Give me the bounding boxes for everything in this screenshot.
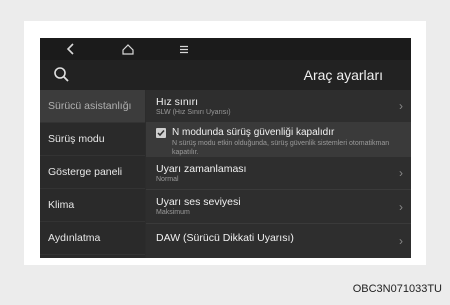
settings-list: Hız sınırı SLW (Hız Sınırı Uyarısı) › N … — [146, 90, 411, 258]
setting-label: Hız sınırı — [156, 96, 199, 108]
setting-value: Normal — [156, 176, 179, 183]
home-icon[interactable] — [117, 38, 139, 60]
search-icon[interactable] — [52, 65, 72, 85]
setting-warning-timing[interactable]: Uyarı zamanlaması Normal › — [146, 157, 411, 190]
chevron-right-icon: › — [399, 166, 403, 180]
image-frame: Araç ayarları Sürücü asistanlığı Sürüş m… — [24, 21, 426, 265]
header-bar: Araç ayarları — [40, 60, 411, 90]
figure-code: OBC3N071033TU — [352, 283, 442, 295]
setting-label: Uyarı zamanlaması — [156, 163, 247, 175]
setting-label: Uyarı ses seviyesi — [156, 196, 241, 208]
infotainment-screen: Araç ayarları Sürücü asistanlığı Sürüş m… — [40, 38, 411, 258]
sidebar: Sürücü asistanlığı Sürüş modu Gösterge p… — [40, 90, 145, 258]
setting-sublabel: SLW (Hız Sınırı Uyarısı) — [156, 109, 231, 116]
setting-label: DAW (Sürücü Dikkati Uyarısı) — [156, 232, 294, 244]
sidebar-item-cluster[interactable]: Gösterge paneli — [40, 156, 145, 189]
setting-n-mode-safety[interactable]: N modunda sürüş güvenliği kapalıdır N sü… — [146, 123, 411, 157]
sidebar-item-climate[interactable]: Klima — [40, 189, 145, 222]
chevron-right-icon: › — [399, 199, 403, 214]
setting-label: N modunda sürüş güvenliği kapalıdır — [172, 127, 335, 138]
setting-daw[interactable]: DAW (Sürücü Dikkati Uyarısı) › — [146, 224, 411, 258]
top-bar — [40, 38, 411, 60]
chevron-right-icon: › — [399, 234, 403, 248]
sidebar-item-lighting[interactable]: Aydınlatma — [40, 222, 145, 255]
chevron-right-icon: › — [399, 99, 403, 113]
setting-warning-volume[interactable]: Uyarı ses seviyesi Maksimum › — [146, 190, 411, 224]
page-title: Araç ayarları — [303, 67, 383, 83]
setting-description: N sürüş modu etkin olduğunda, sürüş güve… — [172, 140, 390, 156]
menu-icon[interactable] — [173, 38, 195, 60]
sidebar-item-drive-mode[interactable]: Sürüş modu — [40, 123, 145, 156]
chevron-left-icon[interactable] — [60, 38, 82, 60]
sidebar-item-driver-assistance[interactable]: Sürücü asistanlığı — [40, 90, 145, 123]
checkbox[interactable] — [156, 128, 166, 138]
setting-speed-limit[interactable]: Hız sınırı SLW (Hız Sınırı Uyarısı) › — [146, 90, 411, 123]
setting-value: Maksimum — [156, 209, 190, 216]
